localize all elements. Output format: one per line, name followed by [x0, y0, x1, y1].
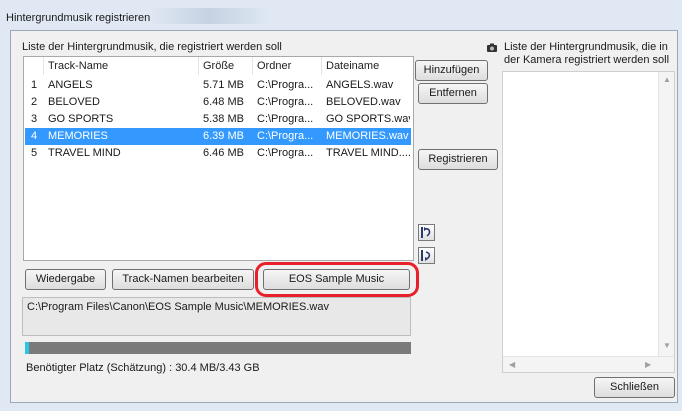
horizontal-scrollbar[interactable]: ◀ ▶ [503, 356, 674, 372]
add-button[interactable]: Hinzufügen [415, 60, 488, 81]
scroll-right-arrow-icon[interactable]: ▶ [645, 361, 651, 369]
row-filename: BELOVED.wav [326, 96, 401, 108]
column-header-number [24, 57, 44, 75]
column-header-filename[interactable]: Dateiname [322, 57, 413, 75]
camera-track-list[interactable]: ▲ ▼ ◀ ▶ [502, 71, 675, 373]
row-track-name: MEMORIES [48, 130, 108, 142]
scroll-down-arrow-icon[interactable]: ▼ [663, 342, 671, 350]
row-size: 6.39 MB [203, 130, 244, 142]
row-number: 3 [31, 113, 38, 125]
row-size: 6.46 MB [203, 147, 244, 159]
title-bar-blur [150, 8, 270, 24]
table-row[interactable]: 5 TRAVEL MIND 6.46 MB C:\Progra... TRAVE… [25, 145, 411, 162]
vertical-scrollbar[interactable]: ▲ ▼ [658, 72, 674, 356]
remove-button[interactable]: Entfernen [418, 83, 488, 104]
column-header-size[interactable]: Größe [199, 57, 253, 75]
row-filename: MEMORIES.wav [326, 130, 409, 142]
row-track-name: GO SPORTS [48, 113, 114, 125]
dialog-client-area: Liste der Hintergrundmusik, die registri… [10, 30, 678, 403]
table-row[interactable]: 3 GO SPORTS 5.38 MB C:\Progra... GO SPOR… [25, 111, 411, 128]
register-button[interactable]: Registrieren [418, 149, 498, 170]
file-path-display: C:\Program Files\Canon\EOS Sample Music\… [22, 297, 411, 336]
row-folder: C:\Progra... [257, 113, 314, 125]
scroll-left-arrow-icon[interactable]: ◀ [509, 361, 515, 369]
scroll-up-arrow-icon[interactable]: ▲ [663, 76, 671, 84]
space-progress-bar [25, 342, 411, 354]
row-number: 2 [31, 96, 38, 108]
row-size: 5.38 MB [203, 113, 244, 125]
close-button[interactable]: Schließen [594, 377, 675, 398]
column-header-track-name[interactable]: Track-Name [44, 57, 199, 75]
row-number: 5 [31, 147, 38, 159]
playback-button[interactable]: Wiedergabe [25, 269, 106, 290]
row-folder: C:\Progra... [257, 79, 314, 91]
rotate-down-icon[interactable] [418, 247, 435, 264]
row-folder: C:\Progra... [257, 96, 314, 108]
column-header-folder[interactable]: Ordner [253, 57, 322, 75]
row-filename: GO SPORTS.wav [326, 113, 410, 125]
row-folder: C:\Progra... [257, 130, 314, 142]
edit-track-names-button[interactable]: Track-Namen bearbeiten [112, 269, 254, 290]
registration-list-label: Liste der Hintergrundmusik, die registri… [22, 41, 282, 53]
row-number: 1 [31, 79, 38, 91]
row-filename: TRAVEL MIND.... [326, 147, 410, 159]
track-list[interactable]: Track-Name Größe Ordner Dateiname 1 ANGE… [23, 56, 414, 261]
annotation-highlight [255, 262, 419, 297]
row-track-name: BELOVED [48, 96, 100, 108]
row-track-name: TRAVEL MIND [48, 147, 121, 159]
table-row-selected[interactable]: 4 MEMORIES 6.39 MB C:\Progra... MEMORIES… [25, 128, 411, 145]
progress-fill [25, 342, 29, 354]
rotate-up-icon[interactable] [418, 224, 435, 241]
camera-icon [487, 43, 497, 53]
row-number: 4 [31, 130, 38, 142]
camera-list-label-line2: der Kamera registriert werden soll [504, 54, 670, 66]
dialog-window: Hintergrundmusik registrieren Liste der … [0, 0, 682, 411]
row-size: 6.48 MB [203, 96, 244, 108]
row-track-name: ANGELS [48, 79, 93, 91]
camera-list-label-line1: Liste der Hintergrundmusik, die in [504, 41, 668, 53]
row-size: 5.71 MB [203, 79, 244, 91]
table-row[interactable]: 1 ANGELS 5.71 MB C:\Progra... ANGELS.wav [25, 77, 411, 94]
row-filename: ANGELS.wav [326, 79, 394, 91]
row-folder: C:\Progra... [257, 147, 314, 159]
table-row[interactable]: 2 BELOVED 6.48 MB C:\Progra... BELOVED.w… [25, 94, 411, 111]
required-space-label: Benötigter Platz (Schätzung) : 30.4 MB/3… [26, 362, 260, 374]
